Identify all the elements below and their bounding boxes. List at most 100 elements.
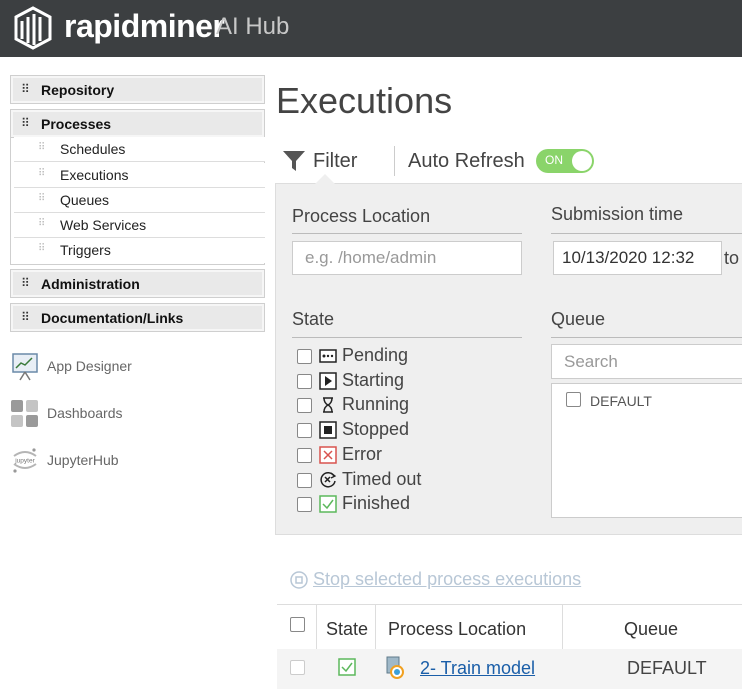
stop-circle-icon [290,571,308,589]
sidebar-section-label: Documentation/Links [41,310,184,326]
hourglass-icon [323,397,333,413]
sidebar-item-label: Triggers [60,242,111,258]
jupyterhub-label: JupyterHub [47,452,119,468]
drag-handle-icon: ⠿ [38,243,45,254]
state-option-stopped[interactable]: Stopped [297,419,497,443]
sidebar-section-processes[interactable]: ⠿ Processes [10,109,265,138]
sidebar-section-label: Repository [41,82,115,98]
dashboards-link[interactable]: Dashboards [10,398,210,432]
executions-table-header: State Process Location Queue [277,604,742,651]
process-location-label: Process Location [292,206,431,226]
toggle-knob [572,151,592,171]
jupyter-icon: jupyter [13,448,37,473]
process-location-link[interactable]: 2- Train model [420,658,535,679]
queue-search-input[interactable] [551,344,742,379]
sidebar-item-label: Schedules [60,141,126,157]
app-designer-label: App Designer [47,358,132,374]
field-divider [292,233,522,234]
check-icon [338,658,356,676]
state-option-label: Timed out [342,469,422,489]
checkbox[interactable] [297,349,312,364]
state-option-timed-out[interactable]: Timed out [297,469,497,493]
field-divider [551,233,742,234]
row-checkbox[interactable] [290,660,305,675]
brand-subtitle: AI Hub [216,13,290,40]
toolbar-divider [394,146,395,176]
app-designer-link[interactable]: App Designer [10,351,210,385]
play-icon [319,372,337,390]
timeout-icon [320,472,337,488]
sidebar-section-documentation[interactable]: ⠿ Documentation/Links [10,303,265,332]
page-title: Executions [276,80,453,121]
state-option-pending[interactable]: Pending [297,345,497,369]
stop-icon [319,421,337,439]
check-icon [319,495,337,513]
brand-name: rapidminer [64,8,225,44]
sidebar-item-label: Web Services [60,217,147,233]
checkbox[interactable] [297,423,312,438]
dashboards-label: Dashboards [47,405,123,421]
svg-text:jupyter: jupyter [14,458,35,465]
state-option-starting[interactable]: Starting [297,370,497,394]
field-divider [292,337,522,338]
checkbox[interactable] [297,448,312,463]
process-location-input[interactable] [292,241,522,275]
toggle-state-text: ON [545,153,563,167]
drag-handle-icon: ⠿ [21,276,30,290]
state-option-label: Running [342,394,410,414]
drag-handle-icon: ⠿ [21,116,30,130]
checkbox[interactable] [297,473,312,488]
filter-icon [283,151,305,171]
state-option-running[interactable]: Running [297,394,497,418]
filter-panel-pointer [315,174,335,184]
checkbox[interactable] [297,374,312,389]
drag-handle-icon: ⠿ [21,310,30,324]
state-option-label: Stopped [342,419,410,439]
checkbox[interactable] [297,497,312,512]
column-divider [375,605,376,651]
sidebar-section-repository[interactable]: ⠿ Repository [10,75,265,104]
sidebar-item-executions[interactable]: ⠿ Executions [14,163,265,188]
state-option-finished[interactable]: Finished [297,493,497,517]
column-header-state[interactable]: State [326,619,368,640]
state-option-error[interactable]: Error [297,444,497,468]
sidebar-item-web-services[interactable]: ⠿ Web Services [14,213,265,238]
drag-handle-icon: ⠿ [38,168,45,179]
column-divider [316,605,317,651]
state-option-label: Error [342,444,382,464]
auto-refresh-toggle[interactable]: ON [536,149,594,173]
column-header-queue[interactable]: Queue [624,619,678,640]
stop-executions-label: Stop selected process executions [313,569,582,589]
queue-option-label: DEFAULT [590,393,652,409]
drag-handle-icon: ⠿ [38,218,45,229]
filter-label: Filter [313,150,358,172]
rapidminer-logo-icon[interactable] [10,5,56,51]
submission-time-from-input[interactable] [553,241,722,275]
jupyterhub-link[interactable]: jupyter JupyterHub [10,445,210,479]
auto-refresh-label: Auto Refresh [408,150,525,172]
date-range-to-label: to [724,248,740,268]
select-all-checkbox[interactable] [290,617,305,632]
column-divider [562,605,563,651]
table-row[interactable]: 2- Train model DEFAULT [277,649,742,689]
column-header-process-location[interactable]: Process Location [388,619,526,640]
submission-time-label: Submission time [551,204,684,224]
sidebar-item-label: Queues [60,192,110,208]
sidebar-section-administration[interactable]: ⠿ Administration [10,269,265,298]
queue-label: Queue [551,309,606,329]
row-queue-value: DEFAULT [627,658,707,678]
drag-handle-icon: ⠿ [38,193,45,204]
state-option-label: Finished [342,493,411,513]
sidebar-section-label: Processes [41,116,112,132]
drag-handle-icon: ⠿ [21,82,30,96]
state-label: State [292,309,335,329]
error-icon [319,446,337,464]
sidebar-item-triggers[interactable]: ⠿ Triggers [14,238,265,263]
checkbox[interactable] [566,392,581,407]
checkbox[interactable] [297,398,312,413]
sidebar-item-queues[interactable]: ⠿ Queues [14,188,265,213]
sidebar-item-schedules[interactable]: ⠿ Schedules [14,137,265,162]
drag-handle-icon: ⠿ [38,142,45,153]
field-divider [551,337,742,338]
sidebar-section-label: Administration [41,276,140,292]
